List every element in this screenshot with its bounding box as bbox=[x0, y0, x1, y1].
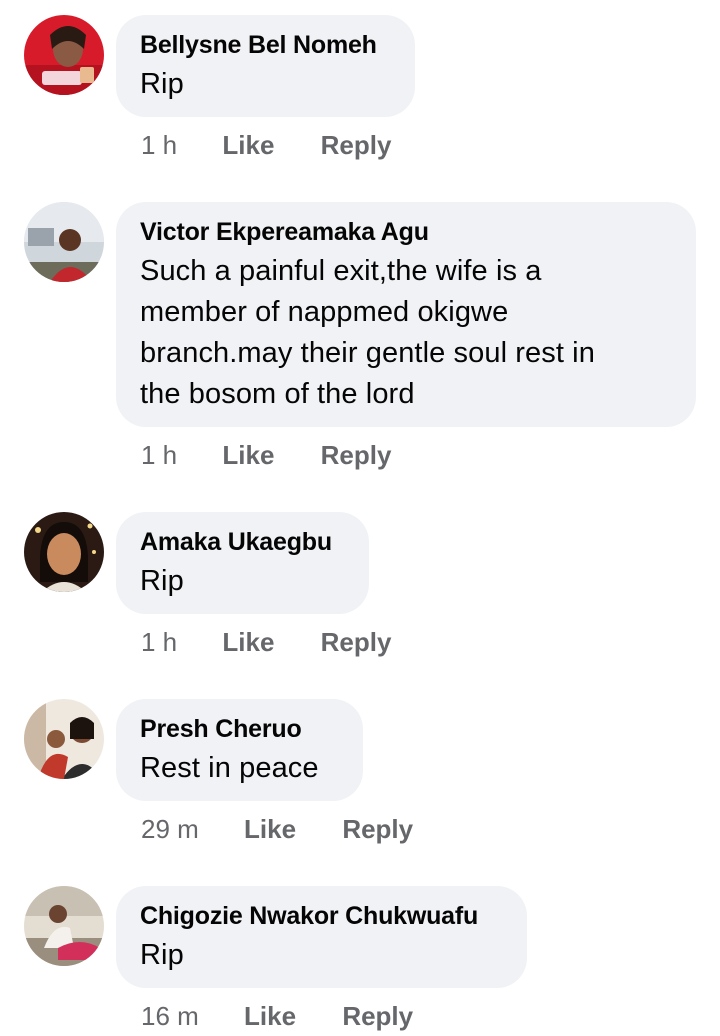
comment-author[interactable]: Amaka Ukaegbu bbox=[140, 528, 343, 556]
profile-photo-icon bbox=[24, 512, 104, 592]
reply-button[interactable]: Reply bbox=[342, 814, 413, 845]
like-button[interactable]: Like bbox=[222, 130, 274, 161]
comment-text: Rip bbox=[140, 68, 184, 100]
comment-timestamp[interactable]: 16 m bbox=[141, 1001, 199, 1032]
comment-timestamp[interactable]: 29 m bbox=[141, 814, 199, 845]
profile-photo-icon bbox=[24, 699, 104, 779]
like-button[interactable]: Like bbox=[222, 627, 274, 658]
reply-button[interactable]: Reply bbox=[321, 440, 392, 471]
comment-actions: 1 h Like Reply bbox=[141, 440, 391, 471]
comment-text-line: branch.may their gentle soul rest in bbox=[140, 337, 595, 369]
comment-text: Such a painful exit,the wife is a member… bbox=[140, 251, 670, 415]
avatar[interactable] bbox=[24, 886, 104, 966]
comment-bubble: Chigozie Nwakor Chukwuafu Rip bbox=[116, 886, 527, 988]
reply-button[interactable]: Reply bbox=[321, 627, 392, 658]
avatar[interactable] bbox=[24, 699, 104, 779]
comment-bubble: Presh Cheruo Rest in peace bbox=[116, 699, 363, 801]
comment-text-line: Such a painful exit,the wife is a bbox=[140, 255, 542, 287]
comment-text: Rip bbox=[140, 939, 184, 971]
avatar[interactable] bbox=[24, 512, 104, 592]
comment-bubble: Bellysne Bel Nomeh Rip bbox=[116, 15, 415, 117]
profile-photo-icon bbox=[24, 886, 104, 966]
profile-photo-icon bbox=[24, 202, 104, 282]
comment-text-line: member of nappmed okigwe bbox=[140, 296, 509, 328]
comment-bubble: Amaka Ukaegbu Rip bbox=[116, 512, 369, 614]
comment-bubble: Victor Ekpereamaka Agu Such a painful ex… bbox=[116, 202, 696, 427]
comment-text: Rip bbox=[140, 565, 184, 597]
like-button[interactable]: Like bbox=[222, 440, 274, 471]
avatar[interactable] bbox=[24, 15, 104, 95]
comment-text-line: the bosom of the lord bbox=[140, 378, 415, 410]
comment-author[interactable]: Presh Cheruo bbox=[140, 715, 337, 743]
comment-timestamp[interactable]: 1 h bbox=[141, 440, 177, 471]
reply-button[interactable]: Reply bbox=[321, 130, 392, 161]
comment-actions: 16 m Like Reply bbox=[141, 1001, 413, 1032]
comment-actions: 1 h Like Reply bbox=[141, 130, 391, 161]
like-button[interactable]: Like bbox=[244, 814, 296, 845]
comment-author[interactable]: Victor Ekpereamaka Agu bbox=[140, 218, 670, 246]
comment-timestamp[interactable]: 1 h bbox=[141, 130, 177, 161]
reply-button[interactable]: Reply bbox=[342, 1001, 413, 1032]
comment-actions: 29 m Like Reply bbox=[141, 814, 413, 845]
avatar[interactable] bbox=[24, 202, 104, 282]
like-button[interactable]: Like bbox=[244, 1001, 296, 1032]
profile-photo-icon bbox=[24, 15, 104, 95]
comment-author[interactable]: Chigozie Nwakor Chukwuafu bbox=[140, 902, 501, 930]
comment-timestamp[interactable]: 1 h bbox=[141, 627, 177, 658]
comment-text: Rest in peace bbox=[140, 752, 319, 784]
comment-author[interactable]: Bellysne Bel Nomeh bbox=[140, 31, 389, 59]
comment-actions: 1 h Like Reply bbox=[141, 627, 391, 658]
